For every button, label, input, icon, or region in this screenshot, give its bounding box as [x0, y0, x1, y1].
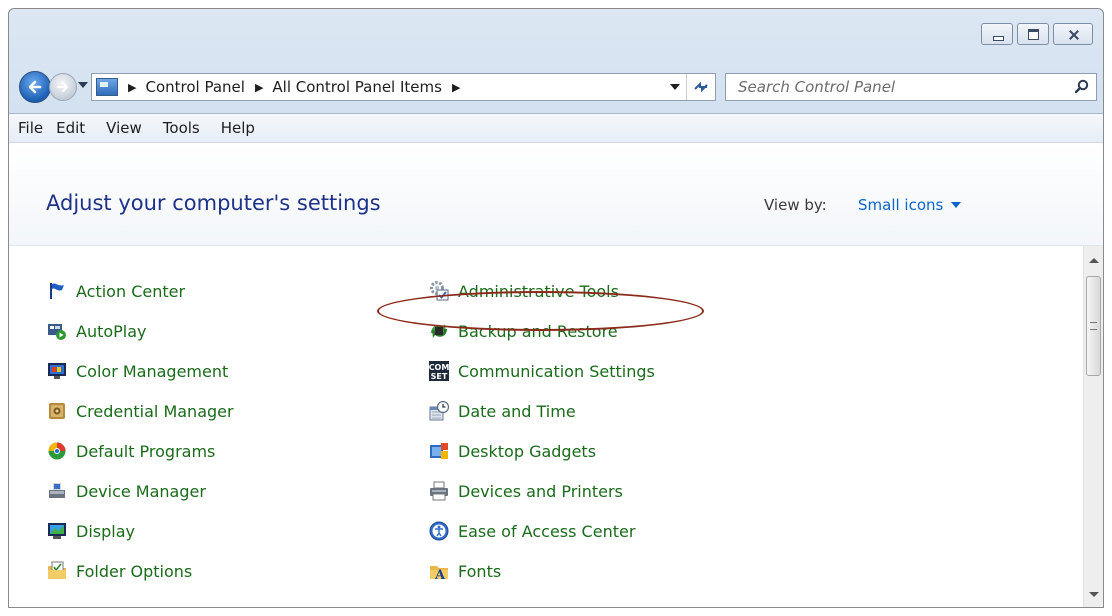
item-label[interactable]: Devices and Printers [458, 482, 623, 501]
item-label[interactable]: Color Management [76, 362, 228, 381]
svg-text:COM: COM [429, 363, 449, 372]
scroll-thumb[interactable] [1086, 276, 1101, 376]
item-label[interactable]: Display [76, 522, 135, 541]
maximize-button[interactable] [1017, 23, 1049, 45]
forward-button[interactable] [49, 73, 77, 101]
item-default-programs[interactable]: Default Programs [47, 431, 234, 471]
desktop-gadgets-icon [430, 443, 448, 459]
item-label[interactable]: Default Programs [76, 442, 215, 461]
menu-bar: File Edit View Tools Help [9, 113, 1103, 143]
vertical-scrollbar[interactable] [1083, 246, 1103, 607]
search-box[interactable] [725, 73, 1097, 101]
item-label[interactable]: Administrative Tools [458, 282, 619, 301]
folder-options-icon [48, 561, 66, 579]
fonts-icon: A [430, 566, 448, 581]
autoplay-icon [48, 324, 66, 340]
scroll-down-arrow-icon[interactable] [1089, 592, 1099, 597]
default-programs-icon [48, 442, 66, 460]
refresh-button[interactable] [686, 74, 715, 100]
item-color-management[interactable]: Color Management [47, 351, 234, 391]
item-ease-of-access[interactable]: Ease of Access Center [429, 511, 655, 551]
control-panel-window: ▶ Control Panel ▶ All Control Panel Item… [8, 8, 1104, 608]
refresh-icon [694, 81, 708, 93]
color-management-icon [48, 363, 66, 379]
item-label[interactable]: Device Manager [76, 482, 206, 501]
scroll-up-arrow-icon[interactable] [1089, 258, 1099, 263]
view-by-dropdown[interactable]: Small icons [858, 196, 962, 214]
breadcrumb-separator-icon[interactable]: ▶ [128, 81, 136, 94]
item-folder-options[interactable]: Folder Options [47, 551, 234, 591]
item-label[interactable]: Credential Manager [76, 402, 234, 421]
menu-view[interactable]: View [101, 119, 148, 137]
backup-restore-icon [431, 324, 447, 338]
item-label[interactable]: AutoPlay [76, 322, 147, 341]
item-backup-restore[interactable]: Backup and Restore [429, 311, 655, 351]
communication-settings-icon: COM SET [429, 361, 449, 381]
devices-printers-icon [430, 481, 448, 501]
chevron-down-icon[interactable] [951, 202, 962, 208]
item-administrative-tools[interactable]: Administrative Tools [429, 271, 655, 311]
item-desktop-gadgets[interactable]: Desktop Gadgets [429, 431, 655, 471]
content-area: Adjust your computer's settings View by:… [9, 143, 1103, 607]
control-panel-icon [96, 78, 118, 96]
menu-help[interactable]: Help [216, 119, 261, 137]
ease-of-access-icon [429, 521, 449, 541]
search-icon[interactable] [1074, 79, 1090, 95]
flag-icon [50, 283, 64, 299]
menu-file[interactable]: File [13, 119, 49, 137]
svg-text:A: A [434, 568, 446, 581]
item-label[interactable]: Desktop Gadgets [458, 442, 596, 461]
items-column-1: Action Center AutoPlay Color Management … [47, 282, 234, 607]
item-devices-printers[interactable]: Devices and Printers [429, 471, 655, 511]
administrative-tools-icon [430, 281, 449, 301]
item-label[interactable]: Ease of Access Center [458, 522, 635, 541]
search-input[interactable] [736, 77, 1074, 97]
device-manager-icon [49, 483, 65, 498]
address-dropdown-icon[interactable] [670, 84, 680, 90]
forward-arrow-icon [56, 81, 69, 93]
item-label[interactable]: Backup and Restore [458, 322, 618, 341]
item-autoplay[interactable]: AutoPlay [47, 311, 234, 351]
item-label[interactable]: Folder Options [76, 562, 192, 581]
date-time-icon [429, 401, 449, 421]
items-column-2: Administrative Tools Backup and Restore … [429, 281, 655, 607]
item-communication-settings[interactable]: COM SET Communication Settings [429, 351, 655, 391]
display-icon [48, 523, 66, 539]
item-label[interactable]: Fonts [458, 562, 501, 581]
item-label[interactable]: Action Center [76, 282, 185, 301]
breadcrumb-all-items[interactable]: All Control Panel Items [272, 78, 442, 96]
item-device-manager[interactable]: Device Manager [47, 471, 234, 511]
minimize-button[interactable] [981, 23, 1013, 45]
breadcrumb-separator-icon[interactable]: ▶ [255, 81, 263, 94]
caption-buttons [981, 23, 1093, 45]
page-title: Adjust your computer's settings [46, 191, 381, 215]
item-credential-manager[interactable]: Credential Manager [47, 391, 234, 431]
navigation-bar: ▶ Control Panel ▶ All Control Panel Item… [9, 63, 1103, 111]
view-by-label: View by: [764, 196, 827, 214]
back-button[interactable] [19, 71, 51, 103]
header-band: Adjust your computer's settings View by:… [9, 143, 1103, 246]
item-label[interactable]: Communication Settings [458, 362, 655, 381]
item-action-center[interactable]: Action Center [47, 271, 234, 311]
close-button[interactable] [1053, 23, 1093, 45]
item-date-time[interactable]: Date and Time [429, 391, 655, 431]
menu-edit[interactable]: Edit [51, 119, 91, 137]
credential-manager-icon [49, 403, 65, 419]
address-bar[interactable]: ▶ Control Panel ▶ All Control Panel Item… [91, 73, 716, 101]
breadcrumb-control-panel[interactable]: Control Panel [145, 78, 244, 96]
svg-text:SET: SET [431, 372, 448, 381]
back-arrow-icon [28, 80, 42, 94]
item-fonts[interactable]: A Fonts [429, 551, 655, 591]
item-display[interactable]: Display [47, 511, 234, 551]
recent-pages-dropdown[interactable] [78, 82, 88, 88]
item-label[interactable]: Date and Time [458, 402, 576, 421]
menu-tools[interactable]: Tools [158, 119, 206, 137]
breadcrumb-separator-icon[interactable]: ▶ [452, 81, 460, 94]
view-by-value[interactable]: Small icons [858, 196, 943, 214]
